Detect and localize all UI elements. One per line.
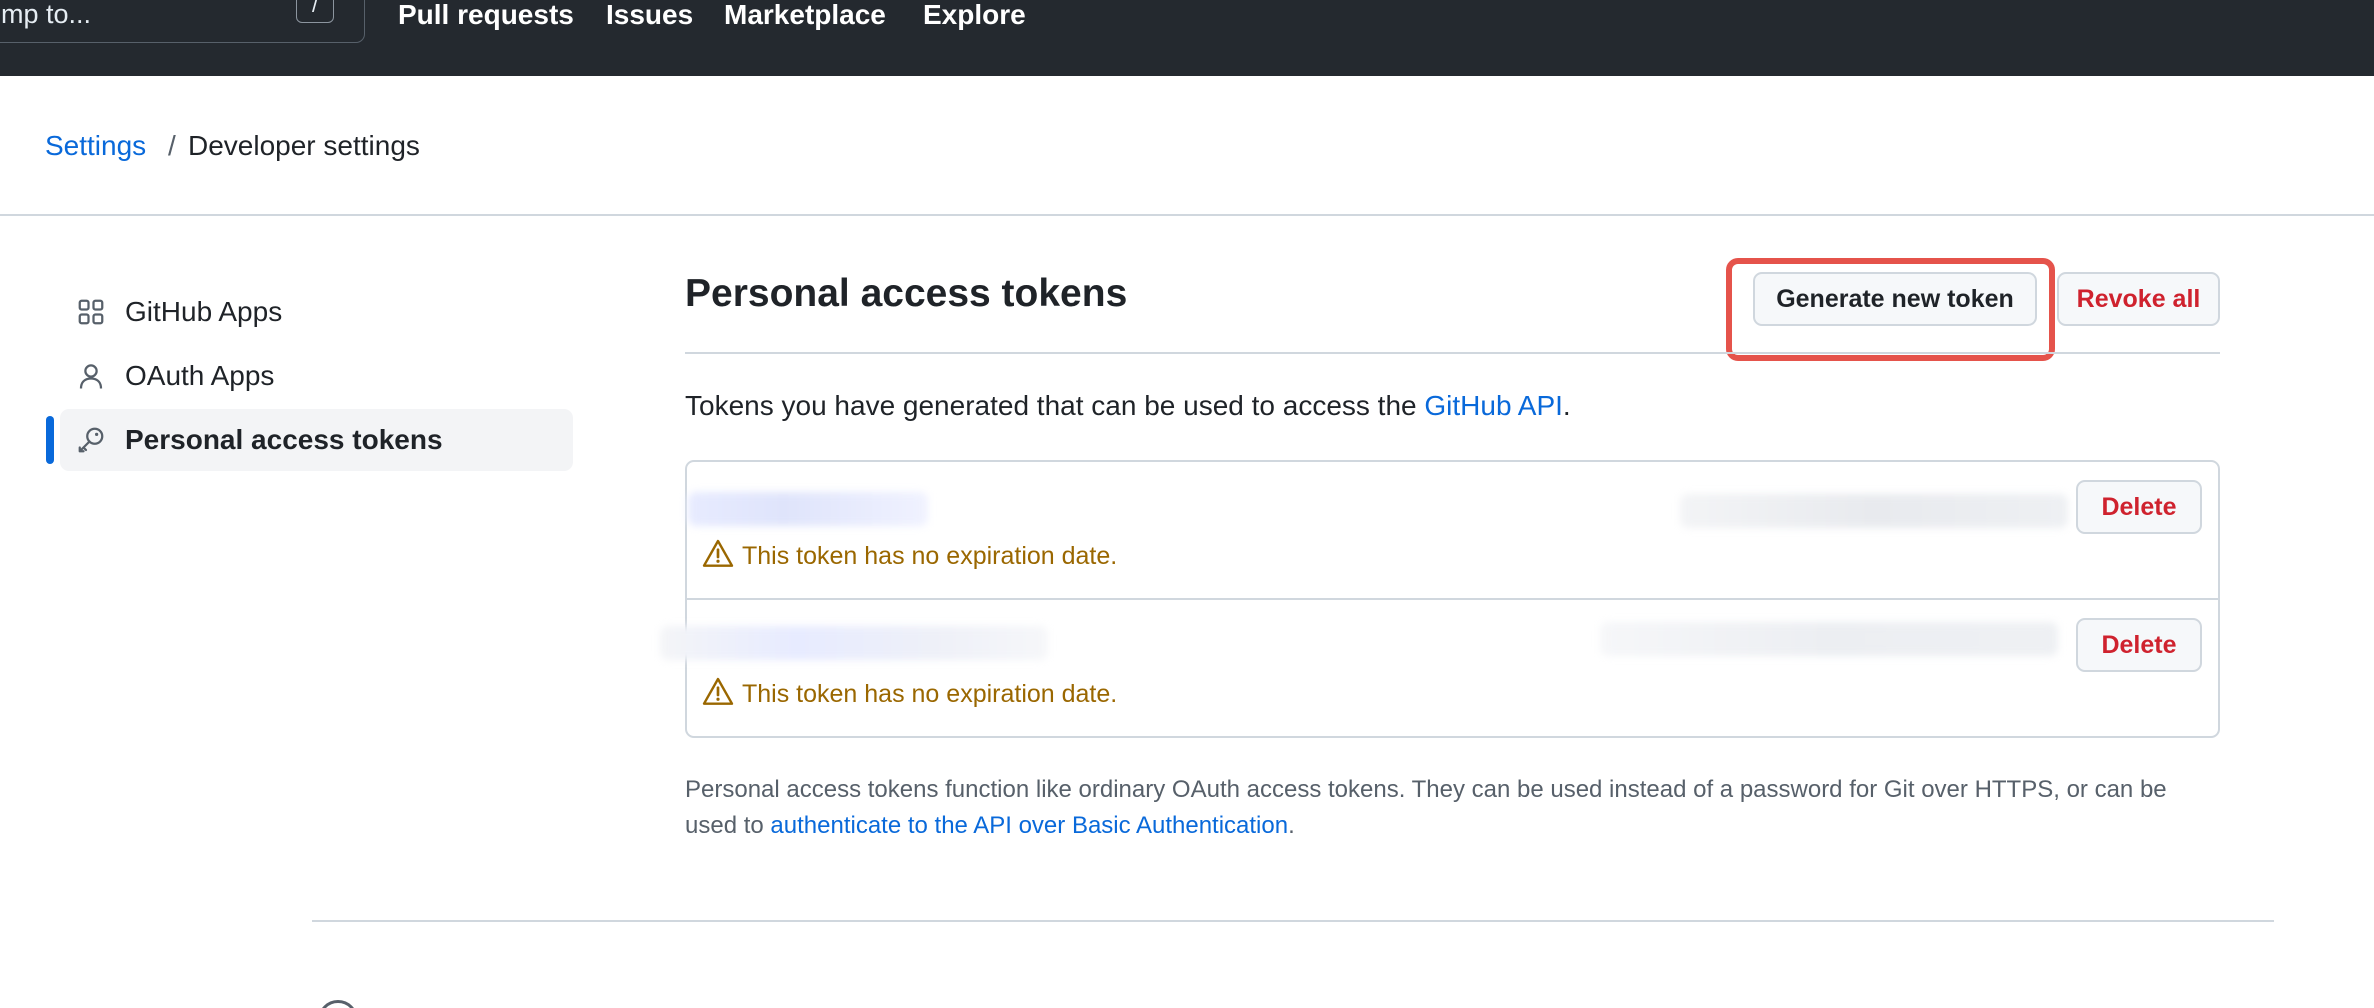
footer-note: Personal access tokens function like ord… bbox=[685, 772, 2225, 844]
sidebar-item-label: OAuth Apps bbox=[125, 360, 275, 391]
token-name-redacted bbox=[688, 492, 928, 526]
sidebar-item-personal-access-tokens[interactable]: Personal access tokens bbox=[60, 409, 573, 471]
github-logo-icon bbox=[318, 1000, 358, 1008]
key-icon bbox=[78, 427, 104, 453]
nav-issues[interactable]: Issues bbox=[606, 0, 693, 30]
sidebar-item-label: Personal access tokens bbox=[125, 424, 443, 455]
nav-pull-requests[interactable]: Pull requests bbox=[398, 0, 574, 30]
token-row-divider bbox=[685, 598, 2220, 600]
delete-token-button[interactable]: Delete bbox=[2076, 480, 2202, 534]
basic-auth-link[interactable]: authenticate to the API over Basic Authe… bbox=[770, 812, 1288, 839]
token-scopes-redacted bbox=[1680, 494, 2068, 528]
page-title: Personal access tokens bbox=[685, 272, 1128, 315]
nav-explore[interactable]: Explore bbox=[923, 0, 1026, 30]
revoke-all-button[interactable]: Revoke all bbox=[2057, 272, 2220, 326]
top-nav: mp to... / Pull requests Issues Marketpl… bbox=[0, 0, 2374, 76]
page-footer-divider bbox=[312, 920, 2274, 922]
alert-icon bbox=[702, 677, 734, 705]
token-name-redacted bbox=[660, 626, 1048, 660]
title-divider bbox=[685, 352, 2220, 354]
breadcrumb-settings-link[interactable]: Settings bbox=[45, 130, 146, 162]
alert-icon bbox=[702, 539, 734, 567]
token-warning: This token has no expiration date. bbox=[742, 680, 1118, 708]
intro-text-end: . bbox=[1562, 390, 1571, 421]
sidebar-item-github-apps[interactable]: GitHub Apps bbox=[60, 281, 573, 343]
token-scopes-redacted bbox=[1600, 622, 2058, 656]
nav-marketplace[interactable]: Marketplace bbox=[724, 0, 886, 30]
token-warning: This token has no expiration date. bbox=[742, 542, 1118, 570]
search-shortcut-key: / bbox=[296, 0, 334, 23]
github-api-link[interactable]: GitHub API bbox=[1424, 390, 1563, 421]
header-divider bbox=[0, 214, 2374, 216]
intro-text: Tokens you have generated that can be us… bbox=[685, 390, 1571, 422]
sidebar-item-oauth-apps[interactable]: OAuth Apps bbox=[60, 345, 573, 407]
breadcrumb-separator: / bbox=[168, 130, 176, 161]
footer-note-end: . bbox=[1288, 812, 1295, 839]
sidebar-item-label: GitHub Apps bbox=[125, 296, 283, 327]
search-placeholder: mp to... bbox=[1, 0, 92, 29]
delete-token-button[interactable]: Delete bbox=[2076, 618, 2202, 672]
apps-grid-icon bbox=[78, 299, 104, 325]
search-input[interactable]: mp to... / bbox=[0, 0, 365, 43]
person-icon bbox=[79, 364, 103, 389]
breadcrumb-current: Developer settings bbox=[188, 130, 420, 161]
active-indicator bbox=[46, 416, 54, 464]
intro-text-body: Tokens you have generated that can be us… bbox=[685, 390, 1425, 421]
highlight-annotation bbox=[1726, 258, 2055, 361]
